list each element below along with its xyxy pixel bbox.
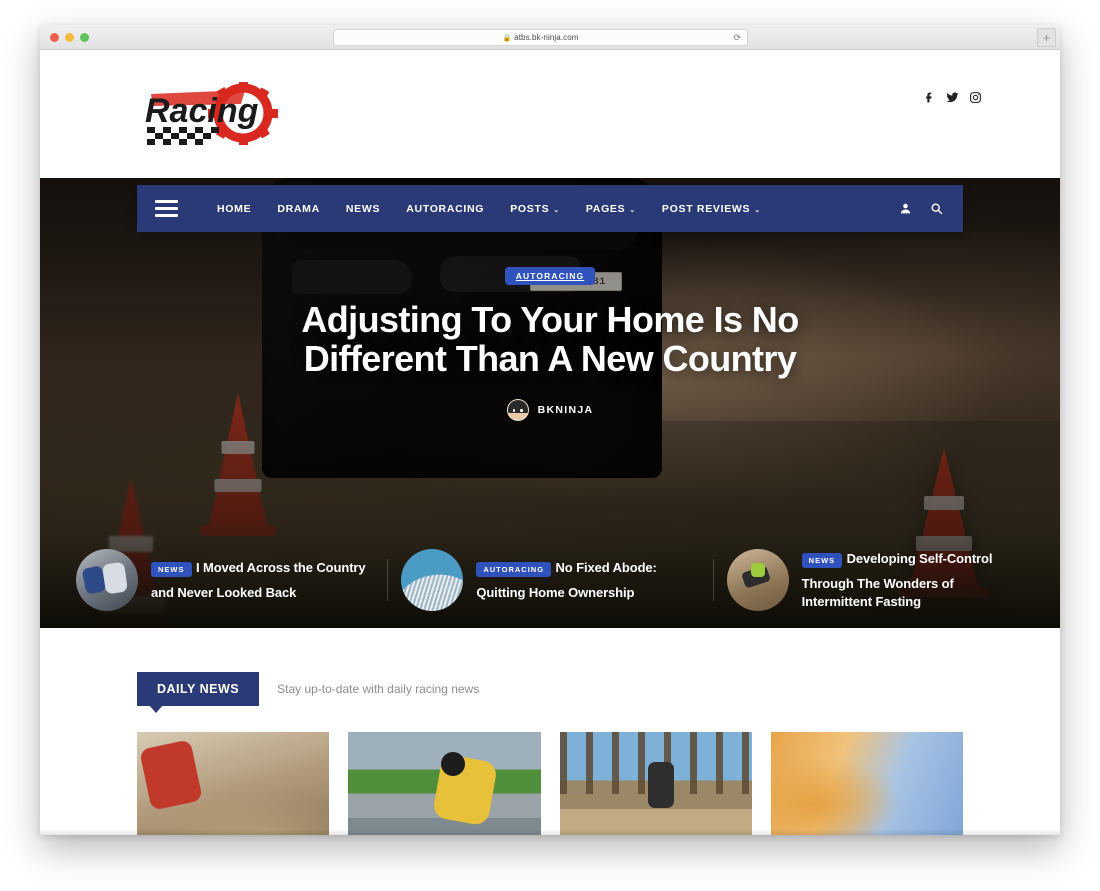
hero-card-badge[interactable]: NEWS xyxy=(151,561,192,577)
news-card[interactable] xyxy=(137,732,330,835)
news-card[interactable] xyxy=(559,732,752,835)
daily-news-section: DAILY NEWS Stay up-to-date with daily ra… xyxy=(40,628,1060,835)
nav-menu: HOME DRAMA NEWS AUTORACING POSTS ⌄ PAGES xyxy=(204,203,774,215)
search-icon xyxy=(931,203,943,215)
maximize-window-button[interactable] xyxy=(80,32,89,42)
hero-section: UP16J7181 AUTORACING Adjusting To Your H… xyxy=(40,178,1060,628)
chevron-down-icon: ⌄ xyxy=(754,206,761,214)
hero-card-badge[interactable]: AUTORACING xyxy=(476,561,552,577)
browser-window: 🔒 atbs.bk-ninja.com ⟳ + Racing HOME DRAM… xyxy=(40,25,1060,835)
account-button[interactable] xyxy=(899,202,912,215)
daily-news-subtitle: Stay up-to-date with daily racing news xyxy=(277,682,480,696)
close-window-button[interactable] xyxy=(50,32,59,42)
motocross-red-rider-image[interactable] xyxy=(137,732,330,835)
news-card[interactable] xyxy=(348,732,541,835)
hero-featured-cards: NEWS I Moved Across the Country and Neve… xyxy=(40,532,1060,628)
yellow-roadracer-image[interactable] xyxy=(348,732,541,835)
dust-cloud-sky-image[interactable] xyxy=(770,732,963,835)
window-controls[interactable] xyxy=(50,32,89,42)
page-fold-shadow xyxy=(40,829,1060,835)
hero-card[interactable]: AUTORACING No Fixed Abode: Quitting Home… xyxy=(387,549,712,611)
hero-author-name: BKNINJA xyxy=(537,403,594,416)
wave-thumbnail xyxy=(401,549,464,611)
site-header: Racing xyxy=(40,50,1060,178)
chevron-down-icon: ⌄ xyxy=(553,206,560,214)
user-icon xyxy=(900,203,911,214)
twitter-icon xyxy=(946,92,959,103)
lock-icon: 🔒 xyxy=(502,34,512,42)
nav-item-pages[interactable]: PAGES ⌄ xyxy=(573,203,649,215)
hero-category-badge[interactable]: AUTORACING xyxy=(504,267,596,285)
tab-daily-news[interactable]: DAILY NEWS xyxy=(137,672,260,713)
instagram-link[interactable] xyxy=(969,91,982,104)
hero-author[interactable]: BKNINJA xyxy=(40,398,1060,421)
forest-dirtbike-image[interactable] xyxy=(559,732,752,835)
hero-card[interactable]: NEWS I Moved Across the Country and Neve… xyxy=(62,549,387,611)
new-tab-button[interactable]: + xyxy=(1037,28,1056,47)
nav-label: POSTS xyxy=(510,202,550,215)
nav-item-posts[interactable]: POSTS ⌄ xyxy=(497,203,573,215)
nav-item-post-reviews[interactable]: POST REVIEWS ⌄ xyxy=(649,203,774,215)
nav-item-autoracing[interactable]: AUTORACING xyxy=(393,203,497,215)
nav-label: NEWS xyxy=(345,202,381,215)
nav-item-home[interactable]: HOME xyxy=(204,203,264,215)
search-button[interactable] xyxy=(930,202,943,215)
address-bar-url: atbs.bk-ninja.com xyxy=(514,33,579,42)
hero-title[interactable]: Adjusting To Your Home Is No Different T… xyxy=(250,300,850,379)
hamburger-icon[interactable] xyxy=(155,200,178,217)
nav-label: PAGES xyxy=(585,202,626,215)
facebook-link[interactable] xyxy=(923,91,936,104)
site-logo[interactable]: Racing xyxy=(137,80,287,150)
nav-label: HOME xyxy=(217,202,252,215)
hero-card[interactable]: NEWS Developing Self-Control Through The… xyxy=(712,549,1038,611)
nav-label: AUTORACING xyxy=(406,202,485,215)
avatar xyxy=(506,398,529,421)
dirtbike-thumbnail xyxy=(726,549,789,611)
minimize-window-button[interactable] xyxy=(65,32,74,42)
browser-titlebar: 🔒 atbs.bk-ninja.com ⟳ + xyxy=(40,25,1060,50)
daily-news-cards xyxy=(137,732,963,835)
nav-item-drama[interactable]: DRAMA xyxy=(264,203,333,215)
news-card[interactable] xyxy=(770,732,963,835)
twitter-link[interactable] xyxy=(946,91,959,104)
daily-news-header: DAILY NEWS Stay up-to-date with daily ra… xyxy=(137,672,963,713)
main-navigation: HOME DRAMA NEWS AUTORACING POSTS ⌄ PAGES xyxy=(137,185,963,232)
social-links xyxy=(923,91,982,104)
facebook-icon xyxy=(926,92,932,103)
nav-actions xyxy=(899,202,943,215)
nav-label: DRAMA xyxy=(277,202,320,215)
instagram-icon xyxy=(970,92,981,103)
reload-icon[interactable]: ⟳ xyxy=(733,32,741,43)
page-viewport: Racing HOME DRAMA NEWS AUTORACING POSTS … xyxy=(40,50,1060,835)
cycling-thumbnail xyxy=(76,549,138,611)
hero-card-badge[interactable]: NEWS xyxy=(801,552,843,568)
nav-item-news[interactable]: NEWS xyxy=(333,203,393,215)
nav-label: POST REVIEWS xyxy=(661,202,751,215)
chevron-down-icon: ⌄ xyxy=(629,206,636,214)
address-bar[interactable]: 🔒 atbs.bk-ninja.com ⟳ xyxy=(333,29,748,46)
racing-logo-icon: Racing xyxy=(145,82,278,145)
svg-text:Racing: Racing xyxy=(145,92,259,130)
hero-content: AUTORACING Adjusting To Your Home Is No … xyxy=(40,266,1060,421)
